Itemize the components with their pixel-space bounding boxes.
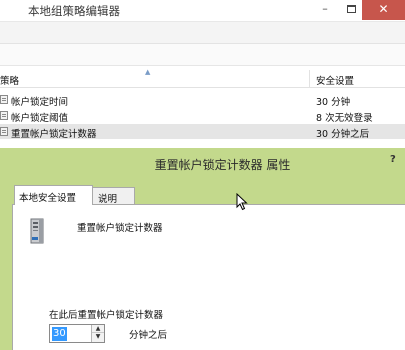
editor-menubar (0, 22, 405, 44)
policy-value: 8 次无效登录 (316, 113, 373, 124)
tab-panel: 重置帐户锁定计数器 在此后重置帐户锁定计数器 30 ▲ ▼ 分钟之后 (12, 204, 405, 350)
spinner: ▲ ▼ (91, 325, 104, 342)
group-policy-editor-window: 本地组策略编辑器 – ✕ 策略 ▲ 安全设置 帐户锁定时间 30 分钟 帐户锁定… (0, 0, 405, 150)
policy-row[interactable]: 帐户锁定时间 30 分钟 (0, 92, 405, 108)
column-header-security-setting[interactable]: 安全设置 (316, 73, 354, 87)
editor-title: 本地组策略编辑器 (28, 4, 120, 18)
minutes-input-value[interactable]: 30 (52, 327, 67, 341)
close-button[interactable]: ✕ (362, 0, 405, 20)
column-divider[interactable] (309, 70, 310, 88)
tab-local-security-setting[interactable]: 本地安全设置 (14, 185, 93, 205)
spin-up-icon[interactable]: ▲ (92, 325, 104, 333)
column-header-policy[interactable]: 策略 (0, 73, 19, 87)
policy-row[interactable]: 帐户锁定阈值 8 次无效登录 (0, 108, 405, 124)
dialog-titlebar[interactable]: 重置帐户锁定计数器 属性 ? (0, 148, 405, 178)
tab-label: 本地安全设置 (19, 193, 77, 204)
minimize-button[interactable]: – (312, 0, 338, 20)
help-button[interactable]: ? (390, 154, 396, 165)
server-icon (30, 218, 44, 244)
mouse-pointer-icon (236, 193, 248, 211)
minutes-stepper[interactable]: 30 ▲ ▼ (49, 324, 105, 343)
editor-titlebar: 本地组策略编辑器 – ✕ (0, 0, 405, 22)
spin-down-icon[interactable]: ▼ (92, 333, 104, 341)
tab-explain[interactable]: 说明 (92, 187, 135, 205)
reset-counter-label: 在此后重置帐户锁定计数器 (49, 310, 164, 321)
dialog-title: 重置帐户锁定计数器 属性 (154, 158, 291, 172)
policy-name: 帐户锁定阈值 (11, 113, 69, 124)
policy-icon (0, 111, 8, 120)
maximize-icon (346, 5, 356, 13)
tab-label: 说明 (98, 194, 118, 205)
policy-row-selected[interactable]: 重置帐户锁定计数器 30 分钟之后 (0, 124, 405, 140)
policy-list-header: 策略 ▲ 安全设置 (0, 68, 405, 88)
minutes-unit-label: 分钟之后 (129, 330, 168, 341)
policy-name: 帐户锁定时间 (11, 97, 69, 108)
editor-toolbar (0, 44, 405, 66)
policy-icon (0, 127, 8, 136)
sort-ascending-icon: ▲ (145, 68, 151, 76)
policy-name: 重置帐户锁定计数器 (11, 129, 97, 140)
policy-value: 30 分钟之后 (316, 129, 370, 140)
maximize-button[interactable] (338, 0, 364, 20)
policy-value: 30 分钟 (316, 97, 351, 108)
policy-name-heading: 重置帐户锁定计数器 (77, 223, 163, 234)
policy-icon (0, 95, 8, 104)
properties-dialog: 重置帐户锁定计数器 属性 ? 本地安全设置 说明 重置帐户锁定计数器 在此后重置… (0, 148, 405, 350)
